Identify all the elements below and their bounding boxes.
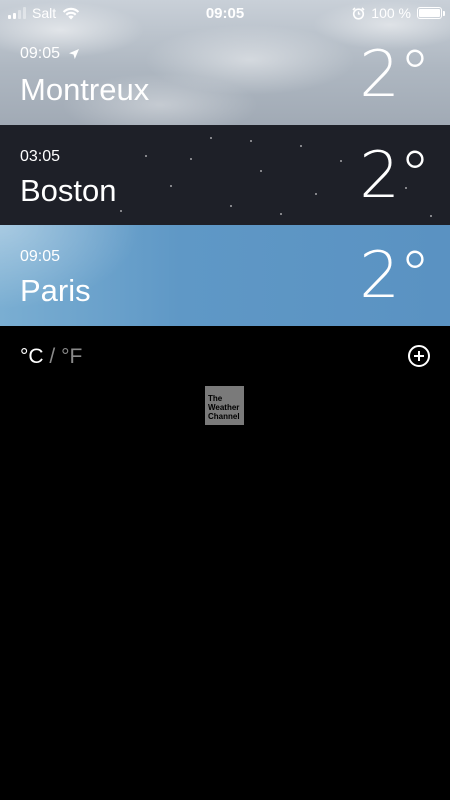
alarm-icon (352, 6, 365, 20)
city-name: Montreux (20, 72, 150, 107)
battery-percent: 100 % (371, 5, 411, 21)
city-temperature: 2° (359, 139, 431, 213)
city-time: 09:05 (20, 248, 61, 265)
status-left: Salt (8, 5, 80, 21)
fahrenheit-option[interactable]: °F (61, 345, 82, 368)
logo-line: The (208, 394, 223, 403)
wifi-icon (62, 7, 80, 19)
status-right: 100 % (352, 5, 445, 21)
city-time: 09:05 (20, 45, 61, 62)
carrier-label: Salt (32, 5, 57, 21)
city-name: Paris (20, 273, 91, 308)
city-time-row: 09:05 (20, 45, 80, 63)
city-row-boston[interactable]: 03:05 Boston 2° (0, 125, 450, 225)
signal-icon (8, 7, 26, 19)
celsius-option[interactable]: °C (20, 345, 44, 368)
logo-line: Weather (208, 403, 240, 412)
unit-separator: / (49, 345, 56, 368)
weather-channel-logo[interactable]: The Weather Channel (205, 386, 244, 425)
unit-toggle[interactable]: °C / °F (20, 345, 82, 369)
city-temperature: 2° (359, 38, 431, 112)
location-arrow-icon (69, 49, 80, 59)
logo-line: Channel (208, 412, 240, 421)
add-icon[interactable] (408, 345, 430, 367)
city-row-paris[interactable]: 09:05 Paris 2° (0, 225, 450, 326)
city-name: Boston (20, 173, 117, 208)
status-time: 09:05 (205, 4, 245, 22)
city-time: 03:05 (20, 148, 61, 165)
status-bar: Salt 09:05 100 % (0, 0, 450, 26)
city-temperature: 2° (359, 239, 431, 313)
battery-icon (417, 7, 445, 19)
